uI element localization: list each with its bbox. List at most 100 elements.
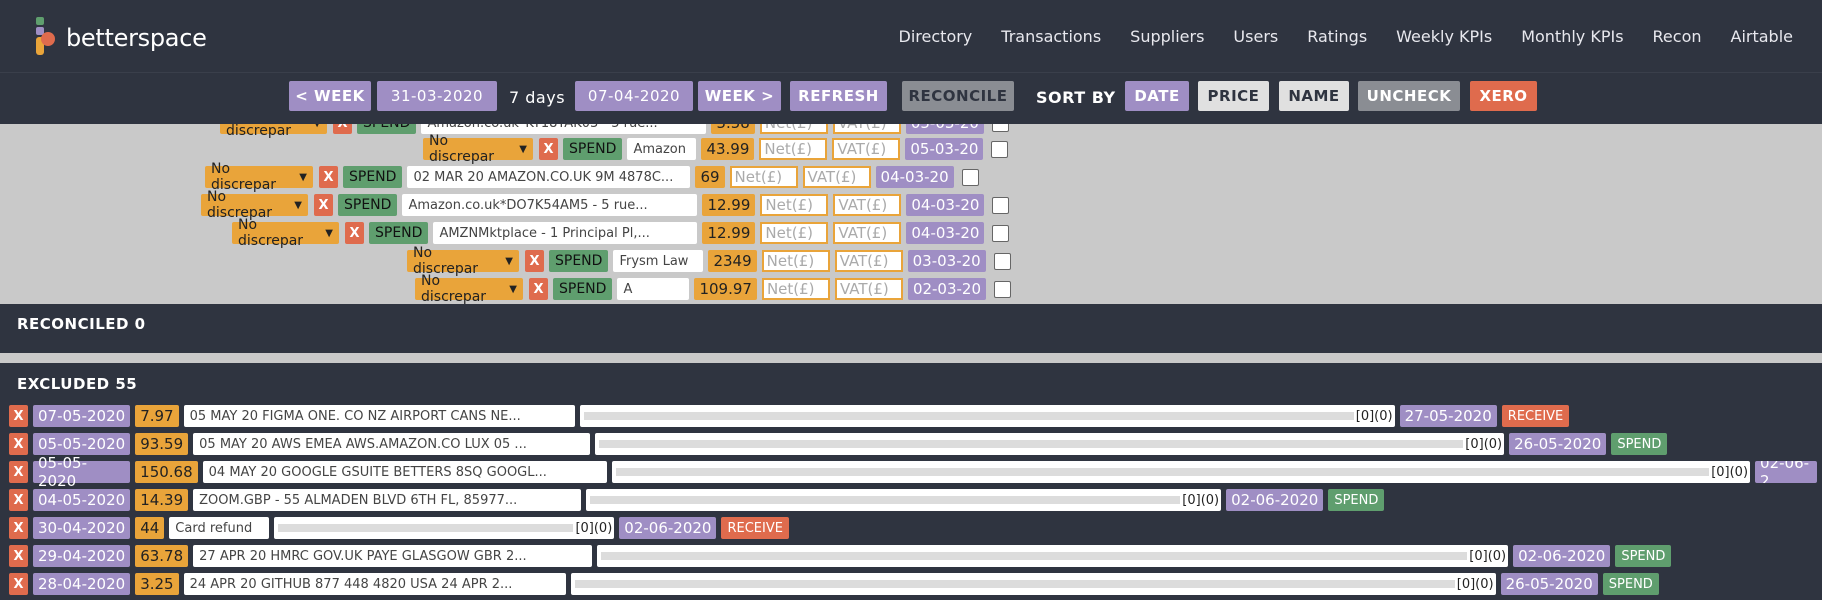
start-date-button[interactable]: 31-03-2020 [377,81,497,111]
exclude-button[interactable]: X [319,166,338,188]
exclude-button[interactable]: X [529,278,548,300]
discrepancy-select[interactable]: No discrepar▼ [407,245,519,277]
excluded-row: X 05-05-2020 150.68 04 MAY 20 GOOGLE GSU… [9,454,1822,490]
due-date-badge: 02-06-2020 [1226,489,1324,511]
discrepancy-select[interactable]: No discrepar▼ [232,217,339,249]
restore-button[interactable]: X [9,405,28,427]
nav-suppliers[interactable]: Suppliers [1130,27,1204,46]
vat-input[interactable]: VAT(£) [833,194,902,216]
description: A [617,278,690,300]
refresh-button[interactable]: REFRESH [790,81,887,111]
net-input[interactable]: Net(£) [759,124,828,134]
sort-by-label: SORT BY [1036,88,1116,107]
nav-weekly-kpis[interactable]: Weekly KPIs [1396,27,1492,46]
restore-button[interactable]: X [9,433,28,455]
type-badge: RECEIVE [721,517,789,539]
memo-field[interactable]: [0](0) [611,461,1751,483]
restore-button[interactable]: X [9,461,28,483]
memo-field[interactable]: [0](0) [595,433,1505,455]
net-input[interactable]: Net(£) [760,194,829,216]
date-badge: 05-03-20 [905,124,984,134]
row-checkbox[interactable] [961,168,979,186]
memo-field[interactable]: [0](0) [274,517,615,539]
memo-field[interactable]: [0](0) [586,489,1222,511]
net-input[interactable]: Net(£) [760,222,829,244]
net-input[interactable]: Net(£) [729,166,798,188]
date-badge: 05-05-2020 [33,454,131,490]
memo-field[interactable]: [0](0) [570,573,1496,595]
exclude-button[interactable]: X [314,194,333,216]
next-week-button[interactable]: WEEK > [698,81,781,111]
date-badge: 05-03-20 [905,138,984,160]
nav-directory[interactable]: Directory [899,27,973,46]
exclude-button[interactable]: X [345,222,364,244]
pending-row: No discrepar ▼ X SPEND AMZNMktplace - 1 P… [232,217,1010,249]
restore-button[interactable]: X [9,517,28,539]
restore-button[interactable]: X [9,545,28,567]
sort-price-button[interactable]: PRICE [1198,81,1269,111]
redacted-text [574,580,1455,588]
date-badge: 28-04-2020 [33,573,131,595]
due-date-badge: 26-05-2020 [1500,573,1598,595]
nav-airtable[interactable]: Airtable [1731,27,1794,46]
nav-users[interactable]: Users [1233,27,1278,46]
prev-week-button[interactable]: < WEEK [289,81,371,111]
xero-button[interactable]: XERO [1470,81,1537,111]
discrepancy-value: No discrepar [238,217,304,249]
reconcile-button[interactable]: RECONCILE [902,81,1014,111]
type-badge: SPEND [1602,573,1659,595]
vat-input[interactable]: VAT(£) [834,278,903,300]
date-badge: 29-04-2020 [33,545,131,567]
pending-row: No discrepar ▼ X SPEND Amazon.co.uk*DO7K5… [201,189,1010,221]
net-input[interactable]: Net(£) [759,138,828,160]
exclude-button[interactable]: X [525,250,544,272]
exclude-button[interactable]: X [333,124,352,134]
vat-input[interactable]: VAT(£) [832,124,901,134]
brand-logo[interactable]: betterspace [34,17,244,57]
description: 05 MAY 20 AWS EMEA AWS.AMAZON.CO LUX 05 … [193,433,591,455]
nav-ratings[interactable]: Ratings [1307,27,1367,46]
vat-input[interactable]: VAT(£) [833,222,902,244]
end-date-button[interactable]: 07-04-2020 [575,81,693,111]
memo-field[interactable]: [0](0) [579,405,1395,427]
date-badge: 04-03-20 [875,166,954,188]
restore-button[interactable]: X [9,573,28,595]
uncheck-button[interactable]: UNCHECK [1358,81,1460,111]
date-badge: 04-03-20 [906,222,985,244]
row-checkbox[interactable] [992,196,1010,214]
chevron-down-icon: ▼ [519,143,527,155]
discrepancy-select[interactable]: No discrepar▼ [220,124,327,139]
row-checkbox[interactable] [994,280,1012,298]
net-input[interactable]: Net(£) [761,278,830,300]
pending-row: No discrepar ▼ X SPEND Amazon 43.99 Net(£… [423,133,1009,165]
nav-recon[interactable]: Recon [1653,27,1702,46]
row-checkbox[interactable] [993,252,1011,270]
row-checkbox[interactable] [991,124,1009,132]
nav-transactions[interactable]: Transactions [1001,27,1101,46]
due-date-badge: 02-06-2020 [1513,545,1611,567]
amount: 109.97 [694,278,757,300]
redacted-text [615,468,1710,476]
net-input[interactable]: Net(£) [761,250,830,272]
restore-button[interactable]: X [9,489,28,511]
amount: 3.25 [135,573,179,595]
row-checkbox[interactable] [992,224,1010,242]
vat-input[interactable]: VAT(£) [802,166,871,188]
nav-monthly-kpis[interactable]: Monthly KPIs [1521,27,1623,46]
row-checkbox[interactable] [991,140,1009,158]
counts: [0](0) [1469,548,1507,564]
exclude-button[interactable]: X [539,138,558,160]
discrepancy-select[interactable]: No discrepar▼ [205,161,313,193]
description: 05 MAY 20 FIGMA ONE. CO NZ AIRPORT CANS … [183,405,575,427]
discrepancy-select[interactable]: No discrepar▼ [423,133,533,165]
sort-name-button[interactable]: NAME [1279,81,1349,111]
discrepancy-select[interactable]: No discrepar▼ [201,189,308,221]
memo-field[interactable]: [0](0) [597,545,1509,567]
vat-input[interactable]: VAT(£) [834,250,903,272]
due-date-badge: 02-06-2 [1755,461,1818,483]
discrepancy-select[interactable]: No discrepar▼ [415,273,523,304]
sort-date-button[interactable]: DATE [1125,81,1189,111]
vat-input[interactable]: VAT(£) [832,138,901,160]
counts: [0](0) [1456,576,1494,592]
due-date-badge: 26-05-2020 [1509,433,1607,455]
